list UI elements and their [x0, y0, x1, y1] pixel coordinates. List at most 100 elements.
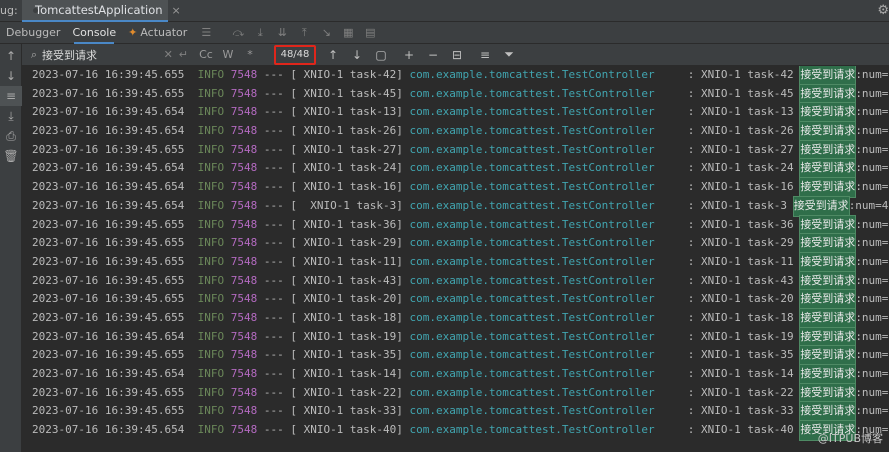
log-spacer	[655, 197, 688, 216]
log-thread: [ XNIO-1 task-16]	[290, 180, 403, 194]
log-level: INFO	[197, 217, 225, 231]
log-spacer	[794, 178, 801, 197]
log-spacer	[224, 272, 231, 291]
log-thread: [ XNIO-1 task-29]	[290, 236, 403, 250]
log-task: : XNIO-1 task-19	[687, 329, 794, 343]
log-spacer	[184, 216, 197, 235]
log-spacer: ---	[257, 236, 291, 250]
search-query[interactable]: 接受到请求	[42, 47, 97, 63]
log-num: :num=45	[855, 329, 889, 343]
log-task: : XNIO-1 task-27	[687, 142, 794, 156]
log-timestamp: 2023-07-16 16:39:45.655	[32, 142, 185, 156]
step-into-icon[interactable]: ⤓	[251, 24, 269, 42]
log-spacer	[655, 159, 688, 178]
log-spacer	[655, 346, 688, 365]
gear-icon[interactable]: ⚙	[877, 3, 889, 18]
clear-search-icon[interactable]: ✕	[164, 48, 173, 61]
log-spacer	[184, 66, 197, 85]
log-timestamp: 2023-07-16 16:39:45.655	[32, 68, 185, 81]
close-icon[interactable]: ×	[172, 4, 181, 17]
log-level: INFO	[197, 86, 225, 100]
tab-debugger[interactable]: Debugger	[0, 22, 66, 44]
log-timestamp: 2023-07-16 16:39:45.655	[32, 254, 185, 268]
run-to-cursor-icon[interactable]: ↘	[317, 24, 335, 42]
log-task: : XNIO-1 task-33	[687, 404, 794, 418]
log-pid: 7548	[230, 236, 258, 250]
tab-actuator[interactable]: ✦ Actuator	[122, 22, 193, 44]
log-thread: [ XNIO-1 task-19]	[290, 329, 403, 343]
layout-icon[interactable]: ▤	[361, 24, 379, 42]
log-pid: 7548	[230, 198, 258, 212]
log-task: : XNIO-1 task-42	[687, 68, 794, 81]
log-spacer	[224, 402, 231, 421]
new-line-icon[interactable]: ↵	[179, 48, 188, 61]
force-step-into-icon[interactable]: ⇊	[273, 24, 291, 42]
log-spacer	[403, 216, 410, 235]
log-spacer	[403, 178, 410, 197]
log-level: INFO	[197, 404, 225, 418]
log-class: com.example.tomcattest.TestController	[409, 68, 655, 81]
log-spacer	[184, 309, 197, 328]
trash-icon[interactable]: 🗑	[0, 146, 22, 166]
log-spacer	[403, 122, 410, 141]
log-pid: 7548	[230, 329, 258, 343]
log-spacer	[184, 421, 197, 440]
log-highlight: 接受到请求	[799, 177, 857, 198]
log-spacer	[224, 103, 231, 122]
select-all-occurrences-icon[interactable]: ▢	[374, 48, 388, 62]
remove-occurrence-icon[interactable]: −	[426, 48, 440, 62]
tab-console[interactable]: Console	[66, 22, 122, 44]
match-case-toggle[interactable]: Cc	[198, 48, 214, 61]
log-line: 2023-07-16 16:39:45.655 INFO 7548 --- [ …	[22, 307, 889, 329]
down-arrow-icon[interactable]: ↓	[0, 66, 22, 86]
step-out-icon[interactable]: ⤒	[295, 24, 313, 42]
log-pid: 7548	[230, 142, 258, 156]
print-icon[interactable]: ⎙	[0, 126, 22, 146]
select-occurrences-icon[interactable]: ⊟	[450, 48, 464, 62]
log-thread: [ XNIO-1 task-45]	[290, 86, 403, 100]
log-spacer	[184, 159, 197, 178]
words-toggle[interactable]: W	[220, 48, 236, 61]
log-spacer	[224, 197, 231, 216]
filter-icon[interactable]: ⏷	[502, 47, 516, 62]
menu-icon[interactable]: ☰	[197, 24, 215, 42]
log-spacer	[403, 141, 410, 160]
filter-options-icon[interactable]: ≡	[478, 48, 492, 62]
log-spacer	[403, 234, 410, 253]
log-pid: 7548	[230, 254, 258, 268]
log-highlight: 接受到请求	[799, 121, 857, 142]
log-spacer	[224, 346, 231, 365]
next-occurrence-icon[interactable]: ↓	[350, 48, 364, 62]
log-line: 2023-07-16 16:39:45.655 INFO 7548 --- [ …	[22, 345, 889, 366]
log-spacer	[184, 272, 197, 291]
log-pid: 7548	[230, 385, 258, 399]
scroll-to-end-icon[interactable]: ⤓	[0, 106, 22, 126]
log-pid: 7548	[230, 404, 258, 418]
log-class: com.example.tomcattest.TestController	[409, 273, 655, 287]
log-timestamp: 2023-07-16 16:39:45.655	[32, 236, 185, 250]
log-timestamp: 2023-07-16 16:39:45.654	[32, 198, 185, 212]
evaluate-icon[interactable]: ▦	[339, 24, 357, 42]
add-occurrence-icon[interactable]: +	[402, 48, 416, 62]
log-level: INFO	[197, 124, 225, 138]
log-highlight: 接受到请求	[799, 270, 857, 292]
log-spacer: ---	[257, 254, 291, 268]
log-timestamp: 2023-07-16 16:39:45.655	[32, 86, 185, 100]
log-thread: [ XNIO-1 task-26]	[290, 124, 403, 138]
console-output[interactable]: 2023-07-16 16:39:45.655 INFO 7548 --- [ …	[22, 66, 889, 452]
log-spacer: ---	[257, 367, 291, 380]
log-class: com.example.tomcattest.TestController	[409, 236, 655, 250]
step-over-icon[interactable]: ⤼	[229, 24, 247, 42]
previous-occurrence-icon[interactable]: ↑	[326, 48, 340, 62]
log-pid: 7548	[230, 68, 258, 81]
log-spacer	[794, 346, 801, 365]
search-input[interactable]: ⌕ 接受到请求 ✕ ↵	[26, 46, 192, 64]
log-thread: [ XNIO-1 task-40]	[290, 423, 403, 437]
log-spacer: ---	[257, 198, 291, 212]
up-arrow-icon[interactable]: ↑	[0, 46, 22, 66]
log-highlight: 接受到请求	[799, 307, 857, 329]
run-tab-tomcattest[interactable]: TomcattestApplication ×	[22, 0, 181, 22]
log-pid: 7548	[230, 161, 258, 175]
soft-wrap-icon[interactable]: ≡	[0, 86, 22, 106]
regex-toggle[interactable]: *	[242, 48, 258, 61]
